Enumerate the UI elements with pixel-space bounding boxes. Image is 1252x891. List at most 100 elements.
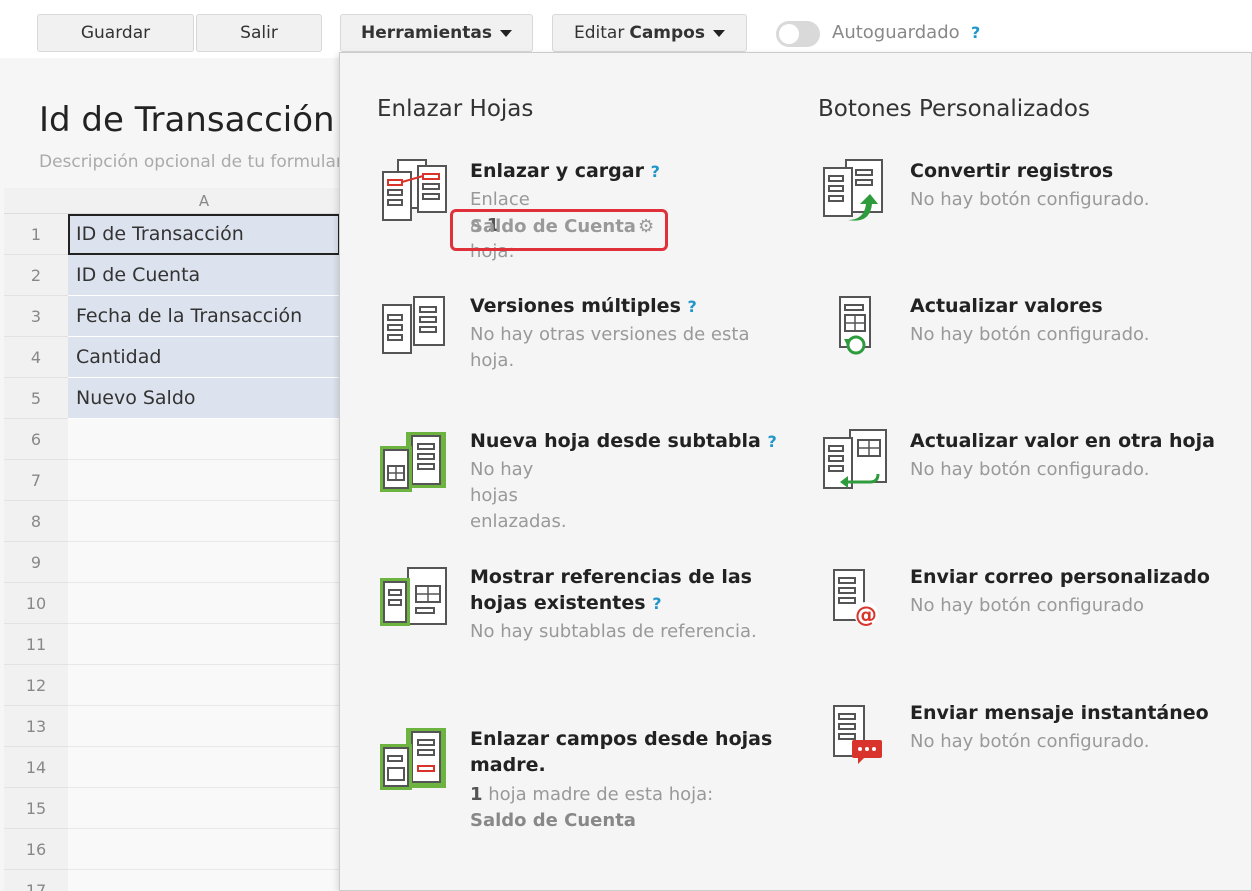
table-row[interactable]: 1 ID de Transacción	[4, 214, 340, 255]
table-row[interactable]: 12	[4, 665, 340, 706]
item-title: Enviar correo personalizado	[910, 566, 1210, 588]
grid-corner	[4, 188, 68, 214]
grid-cell[interactable]	[68, 829, 340, 870]
table-row[interactable]: 16	[4, 829, 340, 870]
item-title: Versiones múltiples ?	[470, 295, 697, 317]
autosave-label: Autoguardado	[832, 22, 960, 43]
grid-cell[interactable]	[68, 788, 340, 829]
svg-text:@: @	[855, 603, 877, 628]
grid-cell[interactable]: Nuevo Saldo	[68, 378, 340, 419]
item-subtitle: No hay botón configurado	[910, 595, 1145, 616]
grid-cell[interactable]	[68, 542, 340, 583]
grid-cell[interactable]: Cantidad	[68, 337, 340, 378]
row-number: 13	[4, 706, 68, 747]
item-title: Enviar mensaje instantáneo	[910, 702, 1209, 724]
table-row[interactable]: 2 ID de Cuenta	[4, 255, 340, 296]
item-title: Convertir registros	[910, 160, 1114, 182]
convert-records-icon	[823, 159, 883, 221]
item-subtitle: No hay botón configurado.	[910, 731, 1150, 752]
edit-fields-button[interactable]: Editar Campos	[552, 14, 747, 52]
form-description[interactable]: Descripción opcional de tu formulario	[39, 152, 339, 172]
edit-bold: Campos	[629, 23, 705, 43]
table-row[interactable]: 10	[4, 583, 340, 624]
item-title: Actualizar valor en otra hoja	[910, 430, 1215, 452]
table-row[interactable]: 17	[4, 870, 340, 891]
item-title: Enlazar campos desde hojas madre.	[470, 728, 773, 776]
row-number: 15	[4, 788, 68, 829]
help-icon[interactable]: ?	[971, 23, 980, 42]
caret-down-icon	[712, 29, 725, 37]
grid-cell[interactable]: Fecha de la Transacción	[68, 296, 340, 337]
help-icon[interactable]: ?	[688, 297, 697, 316]
grid-cell[interactable]	[68, 460, 340, 501]
custom-buttons-title: Botones Personalizados	[818, 96, 1090, 122]
grid-cell[interactable]: ID de Cuenta	[68, 255, 340, 296]
table-row[interactable]: 13	[4, 706, 340, 747]
row-number: 17	[4, 870, 68, 891]
help-icon[interactable]: ?	[767, 432, 776, 451]
grid-cell[interactable]	[68, 870, 340, 891]
grid-cell[interactable]	[68, 583, 340, 624]
autosave-toggle[interactable]	[776, 21, 820, 47]
save-label: Guardar	[80, 23, 151, 43]
table-row[interactable]: 8	[4, 501, 340, 542]
item-subtitle: No hay botón configurado.	[910, 324, 1150, 345]
row-number: 10	[4, 583, 68, 624]
row-number: 6	[4, 419, 68, 460]
row-number: 14	[4, 747, 68, 788]
grid-cell[interactable]	[68, 706, 340, 747]
help-icon[interactable]: ?	[652, 594, 661, 613]
row-number: 1	[4, 214, 68, 255]
table-row[interactable]: 14	[4, 747, 340, 788]
row-number: 7	[4, 460, 68, 501]
table-row[interactable]: 3 Fecha de la Transacción	[4, 296, 340, 337]
row-number: 11	[4, 624, 68, 665]
instant-message-icon	[833, 705, 882, 764]
row-number: 16	[4, 829, 68, 870]
tools-label: Herramientas	[361, 23, 492, 43]
exit-label: Salir	[240, 23, 278, 43]
row-number: 12	[4, 665, 68, 706]
link-sheets-title: Enlazar Hojas	[377, 96, 534, 122]
item-subtitle: No hay hojas enlazadas.	[470, 459, 567, 532]
grid-cell[interactable]	[68, 501, 340, 542]
save-button[interactable]: Guardar	[37, 14, 194, 52]
grid-cell[interactable]	[68, 624, 340, 665]
item-title: Actualizar valores	[910, 295, 1103, 317]
link-and-load-icon	[382, 159, 447, 221]
table-row[interactable]: 9	[4, 542, 340, 583]
exit-button[interactable]: Salir	[196, 14, 322, 52]
show-references-icon	[380, 567, 447, 626]
row-number: 3	[4, 296, 68, 337]
item-title: Enlazar y cargar ?	[470, 160, 660, 182]
table-row[interactable]: 5 Nuevo Saldo	[4, 378, 340, 419]
row-number: 4	[4, 337, 68, 378]
item-title: Mostrar referencias de las hojas existent…	[470, 566, 752, 614]
update-other-sheet-icon	[823, 429, 887, 489]
table-row[interactable]: 4 Cantidad	[4, 337, 340, 378]
update-values-icon	[839, 296, 871, 355]
row-number: 5	[4, 378, 68, 419]
multiple-versions-icon	[382, 296, 445, 354]
row-number: 9	[4, 542, 68, 583]
table-row[interactable]: 7	[4, 460, 340, 501]
item-subtitle: No hay subtablas de referencia.	[470, 621, 757, 642]
grid-cell[interactable]	[68, 665, 340, 706]
form-title[interactable]: Id de Transacción	[39, 100, 335, 140]
item-subtitle: No hay otras versiones de esta hoja.	[470, 324, 750, 371]
table-row[interactable]: 6	[4, 419, 340, 460]
item-title: Nueva hoja desde subtabla ?	[470, 430, 777, 452]
grid-cell[interactable]	[68, 747, 340, 788]
item-subtitle: No hay botón configurado.	[910, 189, 1150, 210]
grid-cell[interactable]: ID de Transacción	[68, 214, 340, 255]
column-header[interactable]: A	[68, 188, 340, 214]
table-row[interactable]: 15	[4, 788, 340, 829]
tools-menu-button[interactable]: Herramientas	[340, 14, 533, 52]
item-subtitle: 1 hoja madre de esta hoja:	[470, 784, 714, 805]
row-number: 8	[4, 501, 68, 542]
help-icon[interactable]: ?	[651, 162, 660, 181]
grid-cell[interactable]	[68, 419, 340, 460]
table-row[interactable]: 11	[4, 624, 340, 665]
parent-sheet-link[interactable]: Saldo de Cuenta	[470, 808, 636, 834]
toolbar: Guardar Salir Herramientas Editar Campos …	[0, 0, 1252, 58]
